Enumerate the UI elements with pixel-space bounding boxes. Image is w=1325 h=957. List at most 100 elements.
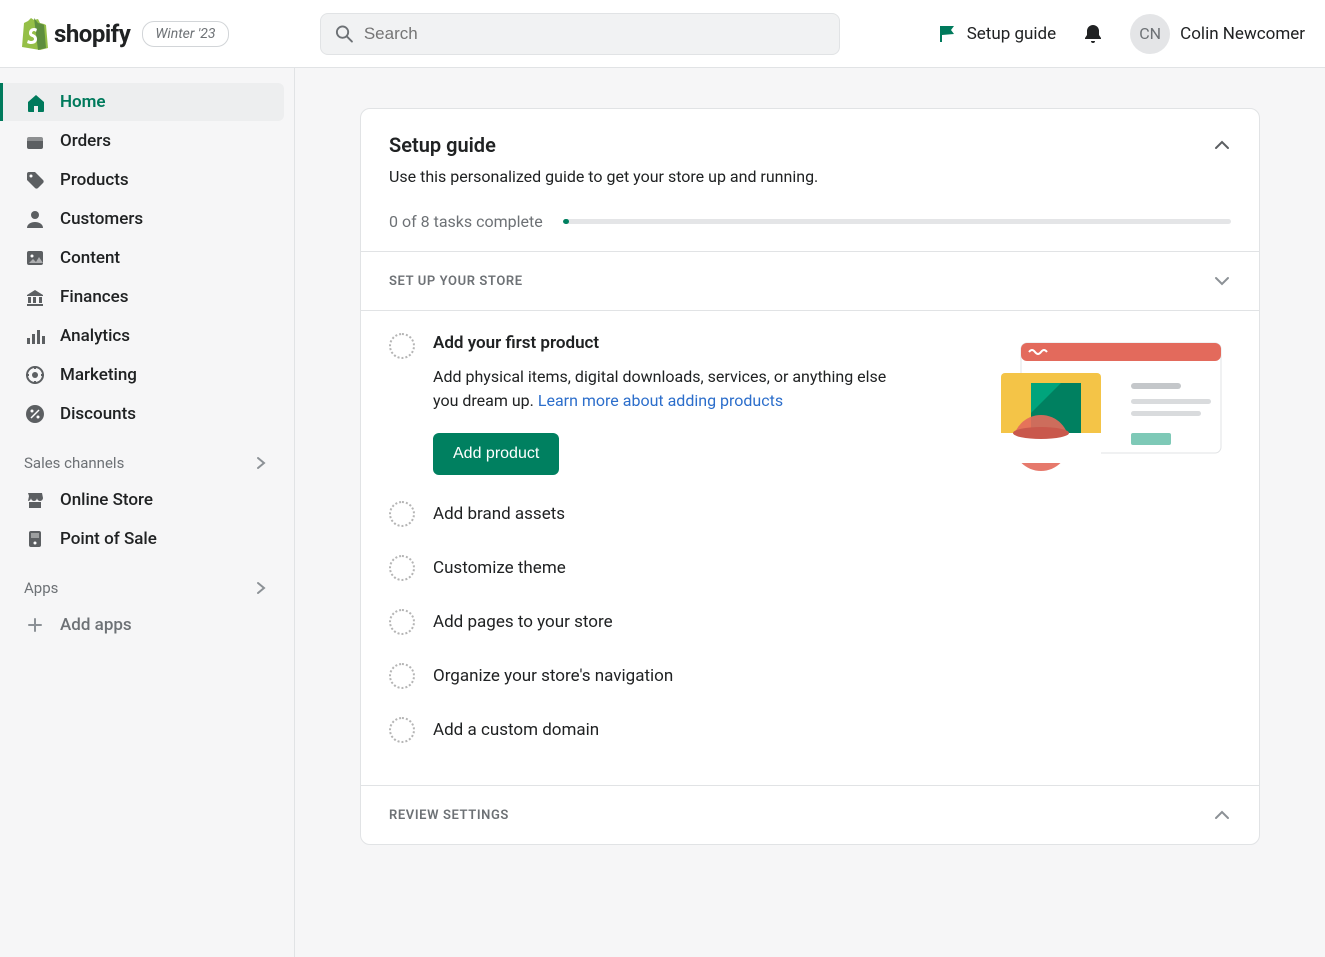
plus-icon (24, 614, 46, 636)
sidebar-item-analytics[interactable]: Analytics (0, 317, 284, 355)
sidebar-item-home[interactable]: Home (0, 83, 284, 121)
tag-icon (24, 169, 46, 191)
chevron-right-icon (254, 456, 268, 470)
add-product-button[interactable]: Add product (433, 433, 559, 475)
section-review-label: REVIEW SETTINGS (389, 808, 509, 823)
user-menu[interactable]: CN Colin Newcomer (1130, 14, 1305, 54)
section-store-label: SET UP YOUR STORE (389, 274, 523, 289)
task-status-circle (389, 555, 415, 581)
bank-icon (24, 286, 46, 308)
shopify-logo[interactable]: shopify (20, 18, 130, 50)
task-label: Customize theme (433, 558, 566, 578)
setup-guide-label: Setup guide (967, 24, 1056, 44)
shopify-bag-icon (20, 18, 48, 50)
apps-label: Apps (24, 579, 58, 597)
task-status-circle (389, 609, 415, 635)
sidebar-item-label: Finances (60, 287, 129, 307)
bars-icon (24, 325, 46, 347)
percent-icon (24, 403, 46, 425)
task-item[interactable]: Organize your store's navigation (389, 649, 1231, 703)
search-container (320, 13, 840, 55)
add-apps-label: Add apps (60, 615, 132, 635)
task-item[interactable]: Add brand assets (389, 487, 1231, 541)
task-status-circle (389, 501, 415, 527)
section-store-body: Add your first product Add physical items… (361, 310, 1259, 785)
store-icon (24, 489, 46, 511)
task-status-circle (389, 333, 415, 359)
bell-icon (1082, 23, 1104, 45)
sidebar-item-label: Online Store (60, 490, 153, 510)
setup-card-title: Setup guide (389, 133, 496, 157)
add-apps-button[interactable]: Add apps (0, 606, 284, 644)
sidebar: Home Orders Products Customers Content Financ… (0, 68, 295, 957)
notifications-button[interactable] (1082, 23, 1104, 45)
progress-row: 0 of 8 tasks complete (389, 212, 1231, 231)
product-illustration (1001, 333, 1231, 473)
sidebar-item-discounts[interactable]: Discounts (0, 395, 284, 433)
search-box[interactable] (320, 13, 840, 55)
task-label: Add your first product (433, 333, 913, 353)
sidebar-item-label: Discounts (60, 404, 136, 424)
inbox-icon (24, 130, 46, 152)
task-status-circle (389, 717, 415, 743)
topbar-right: Setup guide CN Colin Newcomer (937, 14, 1305, 54)
section-review-settings[interactable]: REVIEW SETTINGS (361, 785, 1259, 844)
sidebar-item-label: Point of Sale (60, 529, 157, 549)
sidebar-item-finances[interactable]: Finances (0, 278, 284, 316)
sidebar-item-label: Customers (60, 209, 143, 229)
chevron-right-icon (254, 581, 268, 595)
task-label: Organize your store's navigation (433, 666, 673, 686)
person-icon (24, 208, 46, 230)
task-item[interactable]: Customize theme (389, 541, 1231, 595)
task-label: Add pages to your store (433, 612, 613, 632)
search-icon (335, 24, 354, 44)
sidebar-item-label: Products (60, 170, 129, 190)
task-item[interactable]: Add your first product Add physical items… (389, 311, 1231, 487)
sidebar-channel-online-store[interactable]: Online Store (0, 481, 284, 519)
main-content: Setup guide Use this personalized guide … (295, 68, 1325, 957)
sidebar-item-marketing[interactable]: Marketing (0, 356, 284, 394)
section-set-up-store[interactable]: SET UP YOUR STORE (361, 251, 1259, 310)
user-name: Colin Newcomer (1180, 24, 1305, 44)
search-input[interactable] (364, 24, 825, 44)
task-label: Add a custom domain (433, 720, 599, 740)
sidebar-item-label: Marketing (60, 365, 137, 385)
task-item[interactable]: Add a custom domain (389, 703, 1231, 757)
task-status-circle (389, 663, 415, 689)
task-learn-more-link[interactable]: Learn more about adding products (538, 391, 783, 410)
sidebar-item-products[interactable]: Products (0, 161, 284, 199)
sidebar-item-label: Content (60, 248, 120, 268)
progress-fill (563, 219, 570, 224)
sidebar-item-label: Home (60, 92, 106, 112)
progress-bar (563, 219, 1231, 224)
avatar: CN (1130, 14, 1170, 54)
topbar: shopify Winter '23 Setup guide CN Colin … (0, 0, 1325, 68)
target-icon (24, 364, 46, 386)
setup-guide-card: Setup guide Use this personalized guide … (360, 108, 1260, 845)
primary-nav: Home Orders Products Customers Content Financ… (0, 83, 284, 433)
task-label: Add brand assets (433, 504, 565, 524)
task-description: Add physical items, digital downloads, s… (433, 365, 913, 413)
sidebar-item-label: Analytics (60, 326, 130, 346)
logo-text: shopify (54, 20, 130, 48)
setup-card-subtitle: Use this personalized guide to get your … (389, 167, 1231, 186)
setup-card-header: Setup guide Use this personalized guide … (361, 109, 1259, 251)
apps-header[interactable]: Apps (0, 559, 284, 605)
chevron-down-icon (1213, 272, 1231, 290)
sidebar-channel-point-of-sale[interactable]: Point of Sale (0, 520, 284, 558)
setup-guide-link[interactable]: Setup guide (937, 24, 1056, 44)
sidebar-item-orders[interactable]: Orders (0, 122, 284, 160)
sales-channels-header[interactable]: Sales channels (0, 434, 284, 480)
image-icon (24, 247, 46, 269)
progress-text: 0 of 8 tasks complete (389, 212, 543, 231)
home-icon (24, 91, 46, 113)
sidebar-item-customers[interactable]: Customers (0, 200, 284, 238)
sales-channels-label: Sales channels (24, 454, 124, 472)
chevron-up-icon[interactable] (1213, 136, 1231, 154)
sidebar-item-label: Orders (60, 131, 111, 151)
edition-badge: Winter '23 (142, 21, 228, 47)
task-item[interactable]: Add pages to your store (389, 595, 1231, 649)
sidebar-item-content[interactable]: Content (0, 239, 284, 277)
flag-icon (937, 24, 957, 44)
logo-area: shopify Winter '23 (20, 18, 300, 50)
